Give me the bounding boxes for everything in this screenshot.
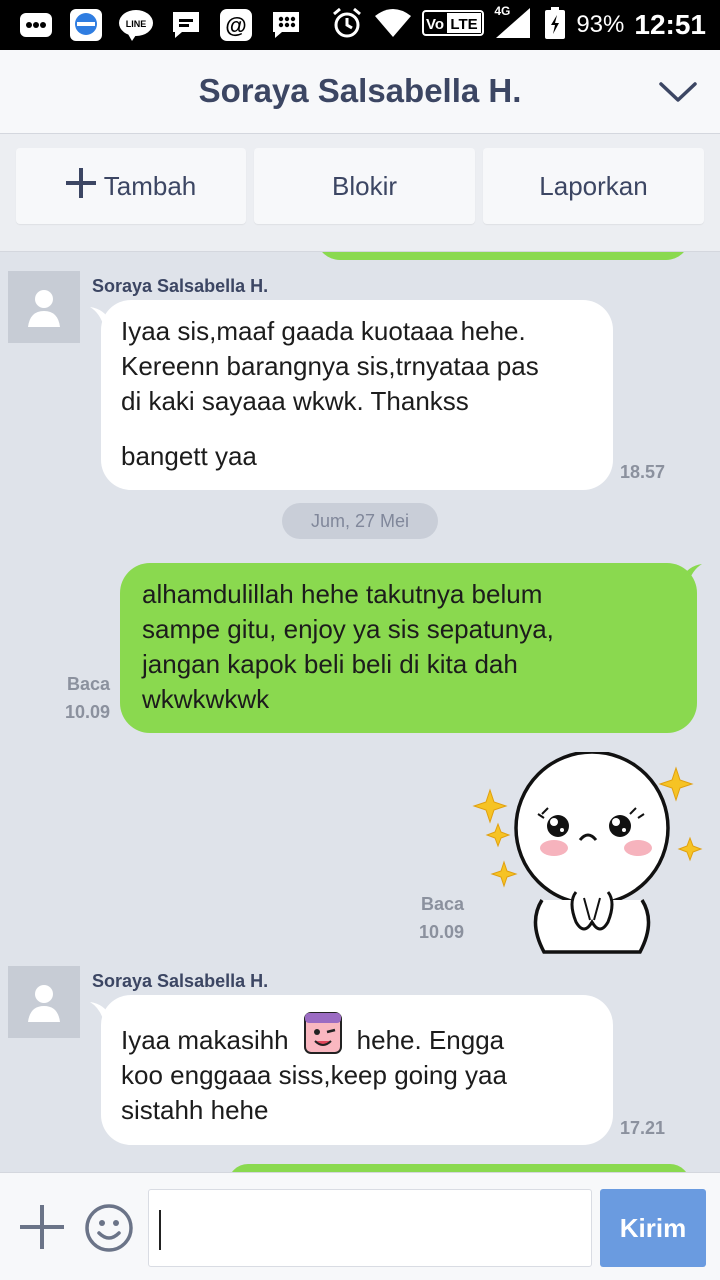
message-line: bangett yaa (121, 441, 257, 471)
battery-icon (544, 6, 566, 45)
message-text: hehe. Engga (356, 1025, 505, 1055)
message-line: koo enggaaa siss,keep going yaa (121, 1060, 507, 1090)
sender-name: Soraya Salsabella H. (92, 276, 269, 296)
clock: 12:51 (634, 9, 706, 40)
bbm-icon (268, 7, 304, 43)
block-label: Blokir (331, 170, 397, 201)
add-friend-label: Tambah (103, 170, 197, 201)
report-button[interactable]: Laporkan (483, 148, 704, 224)
emoji-icon[interactable] (84, 1203, 134, 1253)
network-label: 4G (494, 3, 511, 18)
mail-at-icon: @ (218, 7, 254, 43)
wifi-icon (374, 8, 412, 43)
avatar[interactable] (8, 271, 80, 343)
svg-text:Vo: Vo (426, 16, 444, 33)
plus-icon (65, 167, 96, 205)
message-line: di kaki sayaaa wkwk. Thankss (121, 386, 469, 416)
message-time: 10.09 (418, 922, 464, 942)
chevron-down-icon[interactable] (658, 74, 698, 110)
date-separator: Jum, 27 Mei (282, 503, 438, 539)
message-bubble-outgoing-partial[interactable] (228, 1164, 690, 1172)
message-line: alhamdulillah hehe takutnya belum (142, 579, 543, 609)
message-composer: Kirim (0, 1172, 720, 1280)
line-app-icon: LINE (118, 7, 154, 43)
status-bar: LINE @ Vo LTE 4G 93% 12:51 (0, 0, 720, 50)
message-time: 17.21 (620, 1118, 666, 1138)
message-input[interactable] (148, 1189, 592, 1267)
avatar[interactable] (8, 966, 80, 1038)
report-label: Laporkan (539, 170, 648, 201)
add-friend-button[interactable]: Tambah (16, 148, 246, 224)
more-dots-icon (18, 7, 54, 43)
chat-header: Soraya Salsabella H. (0, 50, 720, 134)
message-time: 18.57 (620, 462, 666, 482)
message-line: sistahh hehe (121, 1095, 269, 1125)
message-line: sampe gitu, enjoy ya sis sepatunya, (142, 614, 554, 644)
crying-face-sticker[interactable] (472, 752, 708, 956)
read-receipt: Baca (66, 674, 110, 694)
message-line: wkwkwkwk (142, 684, 270, 714)
action-bar: Tambah Blokir Laporkan (0, 134, 720, 252)
read-receipt: Baca (420, 894, 464, 914)
browser-icon (68, 7, 104, 43)
svg-text:LINE: LINE (126, 19, 147, 29)
chat-messages[interactable]: Soraya Salsabella H. Iyaa sis,maaf gaada… (0, 252, 720, 1172)
message-line: jangan kapok beli beli di kita dah (142, 649, 518, 679)
alarm-icon (330, 6, 364, 45)
chat-title[interactable]: Soraya Salsabella H. (0, 72, 720, 110)
battery-percent: 93% (576, 11, 625, 38)
signal-4g-icon: 4G (494, 3, 534, 45)
chat-icon (168, 7, 204, 43)
svg-text:LTE: LTE (451, 16, 478, 33)
message-line: Kereenn barangnya sis,trnyataa pas (121, 351, 539, 381)
plus-icon[interactable] (20, 1205, 64, 1249)
send-button[interactable]: Kirim (600, 1189, 706, 1267)
message-line: Iyaa makasihh hehe. Engga (121, 1011, 593, 1058)
winking-emoji (299, 1009, 347, 1057)
volte-icon: Vo LTE (422, 9, 485, 42)
message-bubble-incoming[interactable]: Iyaa sis,maaf gaada kuotaaa hehe. Kereen… (101, 300, 613, 490)
sender-name: Soraya Salsabella H. (92, 971, 269, 991)
block-button[interactable]: Blokir (254, 148, 475, 224)
message-bubble-incoming[interactable]: Iyaa makasihh hehe. Engga koo enggaaa si… (101, 995, 613, 1145)
svg-text:@: @ (225, 13, 246, 38)
message-line: Iyaa sis,maaf gaada kuotaaa hehe. (121, 316, 526, 346)
text-caret (159, 1210, 161, 1250)
message-bubble-outgoing[interactable]: alhamdulillah hehe takutnya belum sampe … (120, 563, 697, 733)
message-text: Iyaa makasihh (121, 1025, 289, 1055)
message-time: 10.09 (64, 702, 110, 722)
message-bubble-outgoing-partial[interactable] (316, 252, 690, 260)
